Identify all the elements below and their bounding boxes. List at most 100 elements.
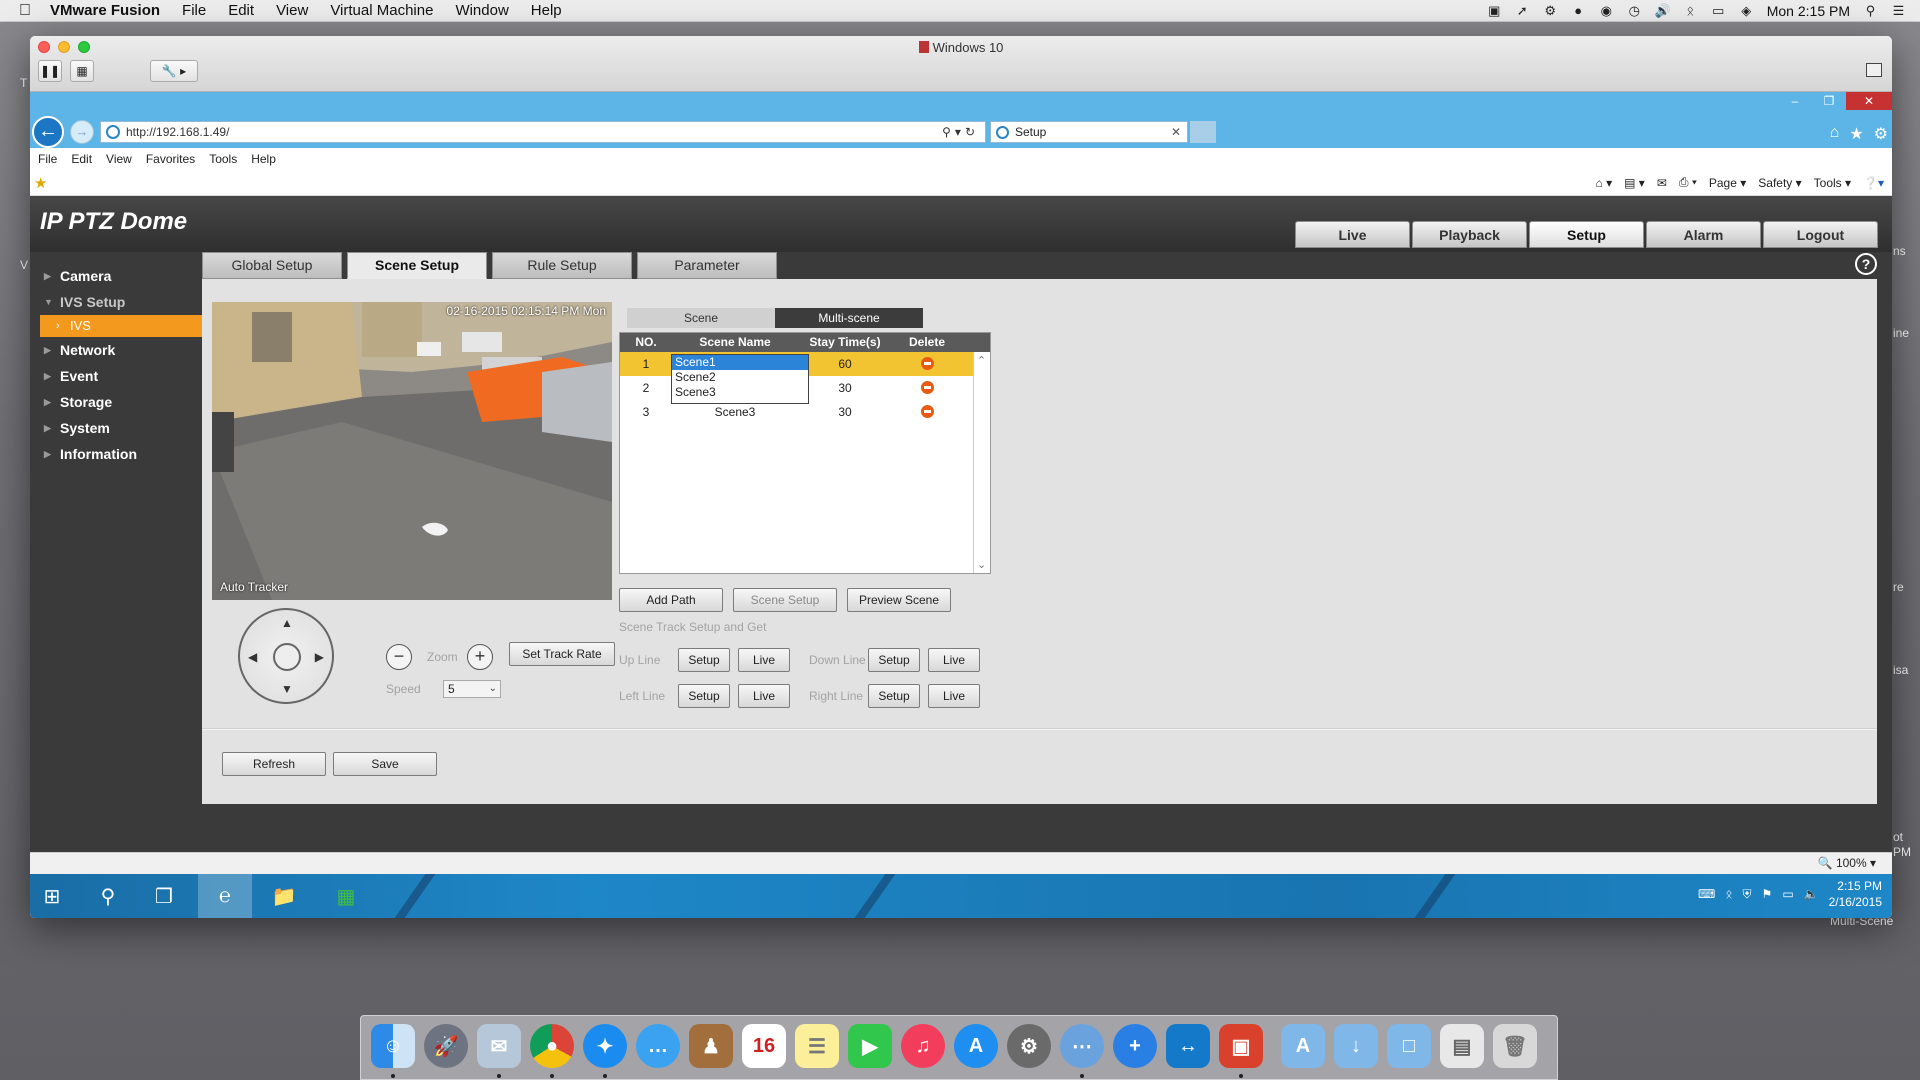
pan-down-icon[interactable]: ▼ xyxy=(281,682,293,696)
mac-menu-window[interactable]: Window xyxy=(455,2,508,19)
mac-menu-file[interactable]: File xyxy=(182,2,206,19)
ptz-direction-pad[interactable]: ▲ ▼ ◀ ▶ xyxy=(238,608,334,704)
file-explorer-icon[interactable]: 📁 xyxy=(268,880,300,912)
internet-explorer-taskbar-icon[interactable]: ℮ xyxy=(198,874,252,918)
wifi-icon[interactable]: ◈ xyxy=(1739,4,1754,18)
tab-multi-scene[interactable]: Multi-scene xyxy=(775,308,923,328)
sync-status-icon[interactable]: ● xyxy=(1571,4,1586,18)
sidebar-item-ivs[interactable]: › IVS xyxy=(40,315,202,337)
notification-center-icon[interactable]: ☰ xyxy=(1891,4,1906,18)
dropdown-option[interactable]: Scene2 xyxy=(672,370,808,385)
dropdown-option[interactable]: Scene3 xyxy=(672,385,808,400)
delete-icon[interactable] xyxy=(920,381,934,394)
action-center-icon[interactable]: ⚑ xyxy=(1762,887,1773,901)
bluetooth-tray-icon[interactable]: ᛟ xyxy=(1725,887,1732,901)
time-machine-icon[interactable]: ◷ xyxy=(1627,4,1642,18)
zoom-level[interactable]: 🔍 100% ▾ xyxy=(1818,856,1876,870)
nav-playback[interactable]: Playback xyxy=(1412,221,1527,248)
add-favorite-icon[interactable]: ★ xyxy=(34,174,47,192)
network-icon[interactable]: ▭ xyxy=(1782,887,1793,901)
scroll-up-icon[interactable]: ⌃ xyxy=(977,354,986,367)
shield-icon[interactable]: ⛨ xyxy=(1743,887,1752,902)
left-line-live-button[interactable]: Live xyxy=(738,684,790,708)
row-stay-time[interactable]: 30 xyxy=(798,400,892,424)
snapshot-button[interactable]: ▦ xyxy=(70,60,94,82)
address-bar[interactable]: http://192.168.1.49/ ⚲▾↻ xyxy=(100,121,986,143)
apple-icon[interactable]:  xyxy=(0,2,50,20)
page-menu[interactable]: Page ▾ xyxy=(1709,176,1746,190)
right-line-setup-button[interactable]: Setup xyxy=(868,684,920,708)
close-button[interactable]: ✕ xyxy=(1846,92,1892,110)
sidebar-item-camera[interactable]: ▶ Camera xyxy=(30,263,202,289)
facetime-icon[interactable]: ▶ xyxy=(848,1024,892,1068)
chrome-icon[interactable]: ● xyxy=(530,1024,574,1068)
save-button[interactable]: Save xyxy=(333,752,437,776)
scroll-down-icon[interactable]: ⌄ xyxy=(977,558,986,571)
sidebar-item-information[interactable]: ▶ Information xyxy=(30,441,202,467)
favorites-star-icon[interactable]: ★ xyxy=(1849,124,1863,144)
system-preferences-icon[interactable]: ⚙ xyxy=(1007,1024,1051,1068)
tab-scene-setup[interactable]: Scene Setup xyxy=(347,252,487,279)
scene-setup-button[interactable]: Scene Setup xyxy=(733,588,837,612)
gear-icon[interactable]: ⚙ xyxy=(1874,124,1888,144)
bluetooth-icon[interactable]: ᛟ xyxy=(1683,4,1698,18)
keyboard-icon[interactable]: ⌨ xyxy=(1698,887,1715,901)
display-icon[interactable]: ▭ xyxy=(1711,4,1726,18)
delete-icon[interactable] xyxy=(920,357,934,370)
recent-docs-icon[interactable]: ▤ xyxy=(1440,1024,1484,1068)
taskbar-clock[interactable]: 2:15 PM 2/16/2015 xyxy=(1829,878,1882,910)
tools-menu[interactable]: Tools ▾ xyxy=(1814,176,1851,190)
tab-close-icon[interactable]: ✕ xyxy=(1171,122,1181,142)
mac-menu-virtual-machine[interactable]: Virtual Machine xyxy=(330,2,433,19)
volume-tray-icon[interactable]: 🔈 xyxy=(1804,887,1819,901)
dropdown-option[interactable]: Scene1 xyxy=(672,355,808,370)
cursor-status-icon[interactable]: ➚ xyxy=(1515,4,1530,18)
speed-select[interactable]: 5 ⌄ xyxy=(443,680,501,698)
mac-app-menu[interactable]: VMware Fusion xyxy=(50,2,160,19)
mail-stamp-icon[interactable]: ✉ xyxy=(477,1024,521,1068)
add-path-button[interactable]: Add Path xyxy=(619,588,723,612)
scene-name-dropdown[interactable]: Scene1 Scene2 Scene3 xyxy=(671,354,809,404)
safari-icon[interactable]: ✦ xyxy=(583,1024,627,1068)
sidebar-item-system[interactable]: ▶ System xyxy=(30,415,202,441)
finder-icon[interactable]: ☺ xyxy=(371,1024,415,1068)
windows-start-icon[interactable]: ⊞ xyxy=(36,880,68,912)
ptz-center-button[interactable] xyxy=(273,643,301,671)
mac-menu-edit[interactable]: Edit xyxy=(228,2,254,19)
downloads-folder-icon[interactable]: ↓ xyxy=(1334,1024,1378,1068)
pan-left-icon[interactable]: ◀ xyxy=(248,650,257,664)
sidebar-item-storage[interactable]: ▶ Storage xyxy=(30,389,202,415)
ie-menu-help[interactable]: Help xyxy=(251,152,276,166)
ie-menu-view[interactable]: View xyxy=(106,152,132,166)
right-line-live-button[interactable]: Live xyxy=(928,684,980,708)
pause-button[interactable]: ❚❚ xyxy=(38,60,62,82)
address-tools[interactable]: ⚲▾↻ xyxy=(942,125,979,139)
chat-app-icon[interactable]: ⋯ xyxy=(1060,1024,1104,1068)
up-line-setup-button[interactable]: Setup xyxy=(678,648,730,672)
refresh-button[interactable]: Refresh xyxy=(222,752,326,776)
contacts-icon[interactable]: ♟ xyxy=(689,1024,733,1068)
mac-clock[interactable]: Mon 2:15 PM xyxy=(1767,3,1850,19)
search-icon[interactable]: ⚲ xyxy=(92,880,124,912)
help-cmd-icon[interactable]: ❔▾ xyxy=(1863,176,1884,190)
calendar-icon[interactable]: 16 xyxy=(742,1024,786,1068)
itunes-icon[interactable]: ♫ xyxy=(901,1024,945,1068)
plus-app-icon[interactable]: + xyxy=(1113,1024,1157,1068)
store-icon[interactable]: ▦ xyxy=(330,880,362,912)
teamviewer-icon[interactable]: ↔ xyxy=(1166,1024,1210,1068)
spotlight-icon[interactable]: ⚲ xyxy=(1863,4,1878,18)
nav-live[interactable]: Live xyxy=(1295,221,1410,248)
vmware-status-icon[interactable]: ▣ xyxy=(1487,4,1502,18)
safety-menu[interactable]: Safety ▾ xyxy=(1758,176,1801,190)
gear-status-icon[interactable]: ⚙ xyxy=(1543,4,1558,18)
down-line-live-button[interactable]: Live xyxy=(928,648,980,672)
volume-icon[interactable]: 🔊 xyxy=(1655,4,1671,18)
mail-icon[interactable]: ✉ xyxy=(1657,176,1667,190)
ie-menu-edit[interactable]: Edit xyxy=(71,152,92,166)
app-store-icon[interactable]: A xyxy=(954,1024,998,1068)
pan-up-icon[interactable]: ▲ xyxy=(281,616,293,630)
browser-tab[interactable]: Setup ✕ xyxy=(990,121,1188,143)
home-icon[interactable]: ⌂ xyxy=(1830,124,1840,144)
messages-icon[interactable]: … xyxy=(636,1024,680,1068)
fullscreen-restore-icon[interactable] xyxy=(1866,63,1882,77)
